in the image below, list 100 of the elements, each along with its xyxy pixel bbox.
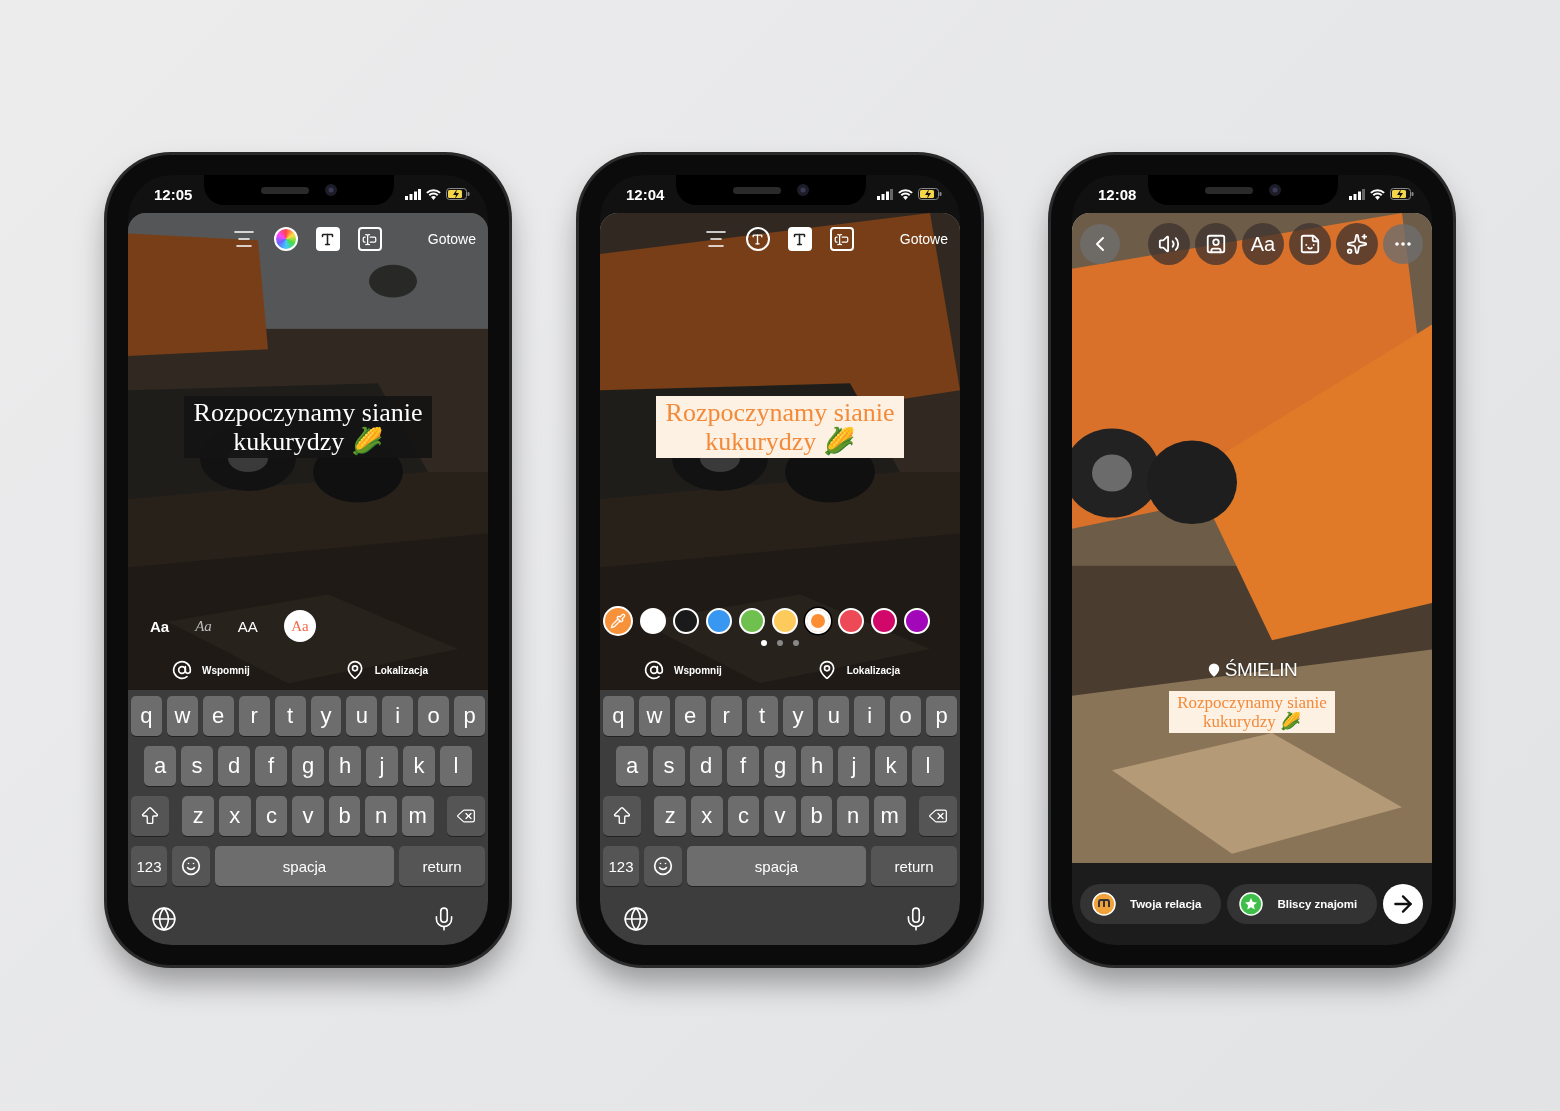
letter-key[interactable]: u (818, 696, 850, 736)
letter-key[interactable]: p (926, 696, 958, 736)
avatar-icon (1092, 892, 1116, 916)
backspace-key[interactable] (447, 796, 485, 836)
font-option[interactable]: Aa (195, 610, 212, 642)
letter-key[interactable]: x (691, 796, 723, 836)
letter-key[interactable]: i (382, 696, 414, 736)
text-animation-icon[interactable] (357, 227, 382, 251)
numbers-key[interactable]: 123 (131, 846, 167, 886)
shift-key[interactable] (131, 796, 169, 836)
letter-key[interactable]: z (654, 796, 687, 836)
caption-text[interactable]: Rozpoczynamy sianie kukurydzy 🌽 (655, 396, 905, 459)
font-option[interactable]: Aa (150, 610, 170, 642)
person-icon (1205, 233, 1227, 255)
your-story-button[interactable]: Twoja relacja (1080, 884, 1222, 924)
speaker-icon (1158, 233, 1180, 255)
letter-key[interactable]: m (401, 796, 434, 836)
letter-key[interactable]: f (255, 746, 287, 786)
letter-key[interactable]: c (255, 796, 288, 836)
sparkles-icon (1346, 233, 1368, 255)
letter-circle-icon[interactable] (745, 227, 770, 251)
emoji-key[interactable] (172, 846, 210, 886)
letter-key[interactable]: s (653, 746, 685, 786)
page-dots-icon (761, 640, 799, 646)
letter-key[interactable]: g (292, 746, 324, 786)
done-button[interactable]: Gotowe (427, 231, 476, 247)
letter-key[interactable]: d (218, 746, 250, 786)
letter-key[interactable]: h (801, 746, 833, 786)
color-swatch[interactable] (805, 608, 831, 634)
location-button[interactable]: Lokalizacja (344, 660, 428, 680)
letter-key[interactable]: v (764, 796, 796, 836)
letter-key[interactable]: o (890, 696, 922, 736)
globe-icon[interactable] (151, 906, 177, 932)
letter-key[interactable]: r (710, 696, 742, 736)
text-effects-icon[interactable] (787, 227, 812, 251)
mention-button[interactable]: Wspomnij (644, 660, 722, 680)
at-sign-icon (172, 660, 192, 680)
space-key[interactable]: spacja (687, 846, 866, 886)
letter-key[interactable]: q (130, 696, 162, 736)
letter-key[interactable]: l (440, 746, 472, 786)
letter-key[interactable]: y (782, 696, 814, 736)
letter-key[interactable]: y (310, 696, 342, 736)
text-animation-icon[interactable] (829, 227, 854, 251)
letter-key[interactable]: j (838, 746, 870, 786)
location-sticker[interactable]: ŚMIELIN (1072, 659, 1432, 681)
letter-key[interactable]: n (837, 796, 869, 836)
letter-key[interactable]: l (912, 746, 944, 786)
letter-key[interactable]: q (602, 696, 634, 736)
signal-icon (405, 188, 421, 200)
letter-key[interactable]: k (875, 746, 907, 786)
letter-key[interactable]: w (166, 696, 198, 736)
letter-key[interactable]: r (238, 696, 270, 736)
emoji-key[interactable] (644, 846, 682, 886)
letter-key[interactable]: d (690, 746, 722, 786)
location-button[interactable]: Lokalizacja (816, 660, 900, 680)
letter-key[interactable]: e (202, 696, 234, 736)
letter-key[interactable]: m (873, 796, 906, 836)
letter-key[interactable]: b (328, 796, 361, 836)
letter-key[interactable]: n (365, 796, 397, 836)
text-effects-icon[interactable] (315, 227, 340, 251)
mention-button[interactable]: Wspomnij (172, 660, 250, 680)
letter-key[interactable]: c (727, 796, 760, 836)
space-key[interactable]: spacja (215, 846, 394, 886)
caption-text[interactable]: Rozpoczynamy sianie kukurydzy 🌽 (183, 396, 433, 459)
next-button[interactable] (1383, 884, 1424, 924)
letter-key[interactable]: o (418, 696, 450, 736)
letter-key[interactable]: p (454, 696, 486, 736)
letter-key[interactable]: k (403, 746, 435, 786)
return-key[interactable]: return (871, 846, 957, 886)
letter-key[interactable]: u (346, 696, 378, 736)
battery-icon (1390, 188, 1414, 200)
numbers-key[interactable]: 123 (603, 846, 639, 886)
clock: 12:08 (1098, 185, 1137, 203)
letter-key[interactable]: g (764, 746, 796, 786)
sticker-icon (1299, 233, 1321, 255)
globe-icon[interactable] (623, 906, 649, 932)
letter-key[interactable]: w (638, 696, 670, 736)
letter-key[interactable]: a (616, 746, 648, 786)
battery-icon (918, 188, 942, 200)
shift-key[interactable] (603, 796, 641, 836)
camera-icon (1268, 184, 1281, 196)
letter-key[interactable]: i (854, 696, 886, 736)
done-button[interactable]: Gotowe (899, 231, 948, 247)
letter-key[interactable]: t (746, 696, 778, 736)
font-option[interactable]: AA (237, 610, 258, 642)
letter-key[interactable]: x (219, 796, 251, 836)
letter-key[interactable]: j (366, 746, 398, 786)
letter-key[interactable]: s (181, 746, 213, 786)
letter-key[interactable]: h (329, 746, 361, 786)
letter-key[interactable]: z (182, 796, 215, 836)
eyedropper-icon (610, 613, 626, 629)
letter-key[interactable]: v (292, 796, 324, 836)
close-friends-button[interactable]: Bliscy znajomi (1227, 884, 1378, 924)
letter-key[interactable]: f (727, 746, 759, 786)
letter-key[interactable]: a (144, 746, 176, 786)
letter-key[interactable]: e (674, 696, 706, 736)
letter-key[interactable]: t (274, 696, 306, 736)
return-key[interactable]: return (399, 846, 485, 886)
letter-key[interactable]: b (800, 796, 833, 836)
backspace-key[interactable] (919, 796, 957, 836)
